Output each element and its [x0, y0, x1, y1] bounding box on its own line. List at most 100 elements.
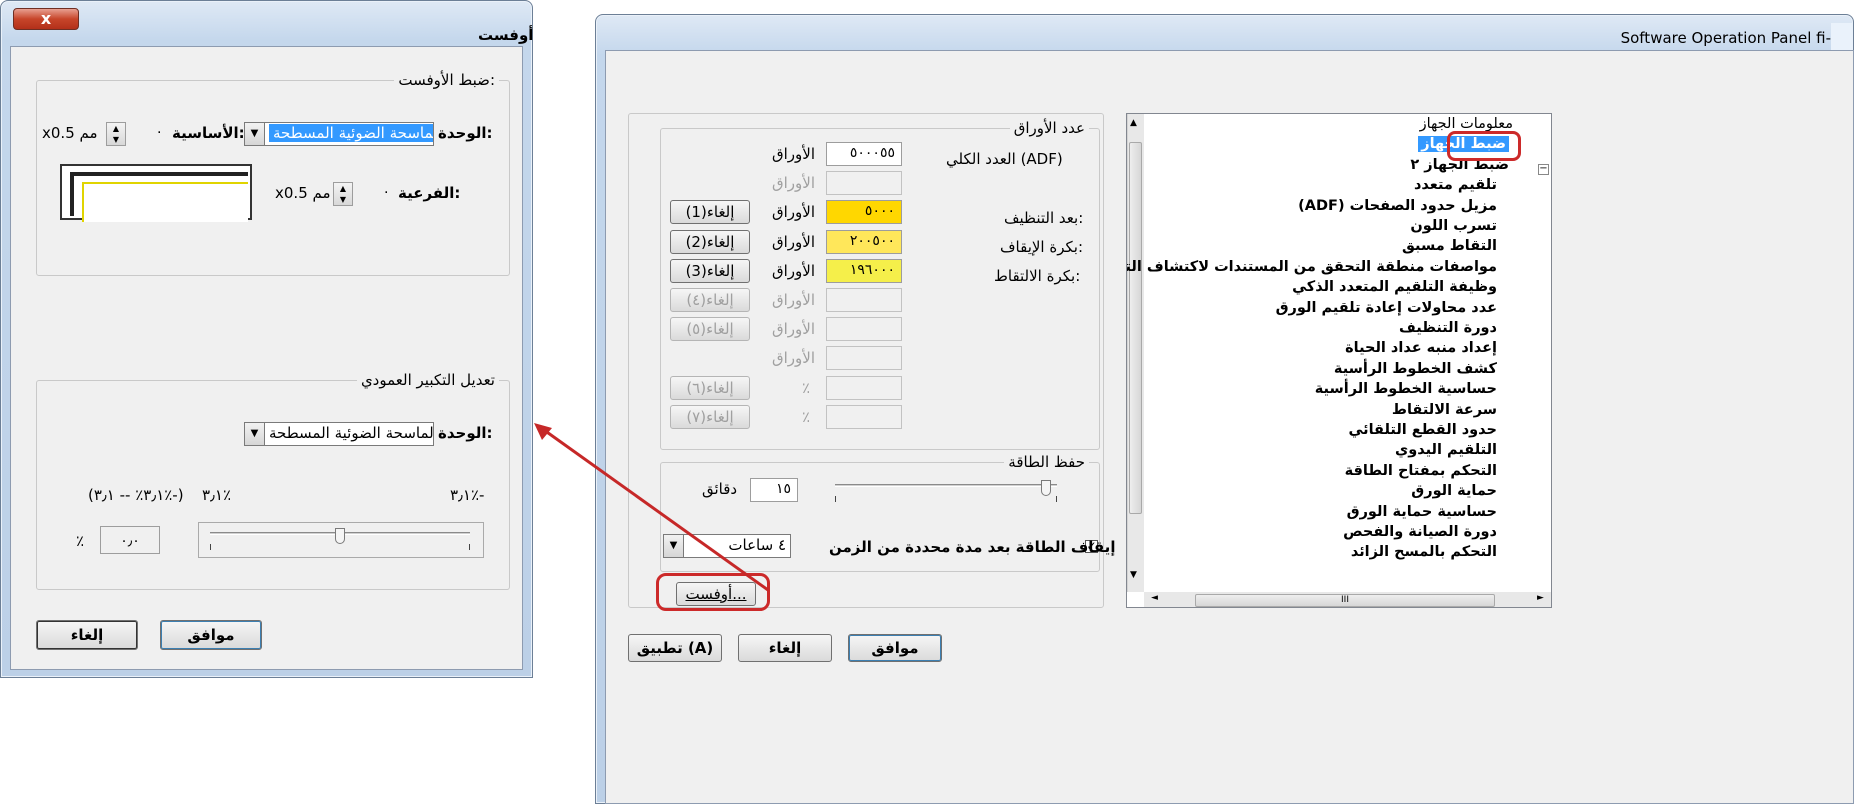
sub-scan-label: الفرعية:	[398, 184, 461, 202]
reset-counter-button[interactable]: إلغاء(3)	[670, 258, 750, 283]
vertical-unit-value: الماسحة الضوئية المسطحة	[269, 424, 434, 442]
sub-scan-suffix: x0.5 مم	[275, 184, 331, 202]
sheet-unit-label: الأوراق	[772, 232, 816, 251]
sheet-unit-label: الأوراق	[772, 349, 816, 368]
tree-items: معلومات الجهاز ضبط الجهاز ضبط الجهاز ٢ تلقي…	[1127, 114, 1513, 592]
tree-item[interactable]: معلومات الجهاز	[1420, 116, 1513, 132]
tree-item[interactable]: حساسية الخطوط الرأسية	[1315, 381, 1497, 397]
sheet-count-field	[826, 288, 902, 312]
sheet-count-field: ١٩٦٠٠٠	[826, 258, 902, 283]
reset-counter-button[interactable]: إلغاء(٤)	[670, 288, 750, 312]
after-clean-label: بعد التنظيف:	[1004, 209, 1084, 227]
tree-item[interactable]: مزيل حدود الصفحات (ADF)	[1298, 198, 1497, 214]
sheet-unit-label: الأوراق	[772, 320, 816, 339]
sheet-count-field: ٢٠٠٥٠٠	[826, 229, 902, 254]
tree-item[interactable]: دورة الصيانة والفحص	[1343, 524, 1497, 540]
offset-unit-dropdown[interactable]: ▼ الماسحة الضوئية المسطحة	[244, 122, 434, 146]
sheet-unit-label: الأوراق	[772, 261, 816, 280]
cancel-button[interactable]: إلغاء	[738, 634, 832, 662]
reset-counter-button[interactable]: إلغاء(1)	[670, 200, 750, 225]
settings-tree[interactable]: ▲ ▼ ◄ III ► معلومات الجهاز ضبط الجهاز ضبط …	[1126, 113, 1552, 608]
tree-item[interactable]: إعداد منبه عداد الحياة	[1345, 340, 1497, 356]
pick-roller-label: بكرة الالتقاط:	[994, 267, 1081, 285]
scroll-thumb-horizontal[interactable]: III	[1195, 594, 1495, 607]
vertical-value-field[interactable]: ٠٫٠	[100, 526, 160, 554]
tree-item[interactable]: التحكم بالمسح الزائد	[1351, 544, 1497, 560]
preview-paper	[82, 182, 248, 222]
window-title: Software Operation Panel fi-	[1620, 29, 1831, 47]
apply-button[interactable]: تطبيق (A)	[628, 634, 722, 662]
tree-item[interactable]: وظيفة التلقيم المتعدد الذكي	[1292, 279, 1497, 295]
dialog-ok-button[interactable]: موافق	[160, 620, 262, 650]
vertical-legend: تعديل التكبير العمودي	[356, 371, 499, 389]
vertical-max-text: ٣٫١٪	[202, 486, 232, 504]
sub-scan-spinner[interactable]: ▲ ▼	[333, 182, 353, 206]
offset-preview-image	[60, 164, 252, 222]
vertical-unit-label: الوحدة:	[438, 424, 493, 442]
power-slider-track[interactable]	[835, 484, 1057, 487]
reset-counter-button[interactable]: إلغاء(2)	[670, 229, 750, 254]
scroll-left-icon[interactable]: ◄	[1151, 593, 1158, 603]
tree-item[interactable]: حماية الورق	[1411, 483, 1497, 499]
sheet-unit-label: الأوراق	[772, 174, 816, 193]
sheet-count-field	[826, 404, 902, 429]
auto-off-label: إيقاف الطاقة بعد مدة محددة من الزمن	[829, 538, 1116, 556]
sheet-unit-label: ٪	[802, 407, 811, 426]
connector-arrow	[534, 423, 769, 592]
tree-item[interactable]: حدود القطع التلقائي	[1348, 422, 1497, 438]
tree-item[interactable]: كشف الخطوط الرأسية	[1334, 361, 1497, 377]
sheet-count-field	[826, 171, 902, 196]
tree-item[interactable]: عدد محاولات إعادة تلقيم الورق	[1276, 300, 1497, 316]
dialog-cancel-button[interactable]: إلغاء	[36, 620, 138, 650]
arrow-head-icon	[534, 423, 552, 440]
sub-scan-field[interactable]: ٠	[354, 182, 396, 206]
tree-selection-highlight	[1447, 131, 1521, 161]
sheet-unit-label: الأوراق	[772, 145, 816, 163]
main-scan-spinner[interactable]: ▲ ▼	[106, 122, 126, 146]
title-cover	[1831, 23, 1853, 53]
chevron-down-icon[interactable]: ▼	[245, 123, 265, 145]
slider-tick	[469, 544, 470, 550]
main-scan-field[interactable]: ٠	[127, 122, 169, 146]
sheet-unit-label: الأوراق	[772, 203, 816, 222]
sheet-unit-label: ٪	[802, 378, 811, 397]
power-slider-thumb[interactable]	[1040, 480, 1051, 496]
reset-counter-button[interactable]: إلغاء(٦)	[670, 375, 750, 400]
vertical-min-text: ٣٫١٪-	[450, 486, 485, 504]
close-button[interactable]: x	[13, 8, 79, 30]
tree-item[interactable]: سرعة الالتقاط	[1392, 402, 1497, 418]
main-scan-suffix: x0.5 مم	[42, 124, 98, 142]
vertical-slider-thumb[interactable]	[335, 528, 345, 544]
sheet-count-field: ٥٠٠٠	[826, 200, 902, 225]
sheet-count-field	[826, 375, 902, 400]
vertical-percent: ٪	[76, 532, 85, 550]
offset-unit-value: الماسحة الضوئية المسطحة	[269, 124, 433, 142]
main-scan-label: الأساسية:	[172, 124, 245, 142]
tree-item[interactable]: مواصفات منطقة التحقق من المستندات لاكتشا…	[1127, 259, 1497, 275]
offset-unit-label: الوحدة:	[438, 124, 493, 142]
power-legend: حفظ الطاقة	[1004, 453, 1089, 471]
chevron-down-icon[interactable]: ▼	[245, 423, 265, 445]
tree-item[interactable]: دورة التنظيف	[1399, 320, 1497, 336]
sheet-unit-label: الأوراق	[772, 291, 816, 309]
slider-tick	[210, 544, 211, 550]
tree-item[interactable]: التحكم بمفتاح الطاقة	[1345, 463, 1497, 479]
reset-counter-button[interactable]: إلغاء(٥)	[670, 317, 750, 342]
sheet-count-field	[826, 346, 902, 371]
tree-item[interactable]: التقاط مسبق	[1402, 238, 1497, 254]
tree-expand-icon[interactable]: −	[1538, 164, 1549, 175]
tree-item[interactable]: التلقيم اليدوي	[1395, 442, 1497, 458]
tree-item[interactable]: تلقيم متعدد	[1414, 177, 1497, 193]
offset-legend: ضبط الأوفست:	[394, 71, 499, 89]
scroll-right-icon[interactable]: ►	[1537, 593, 1544, 603]
sheets-legend: عدد الأوراق	[1009, 119, 1089, 137]
arrow-line	[543, 428, 769, 592]
tree-item[interactable]: حساسية حماية الورق	[1347, 504, 1497, 520]
ok-button[interactable]: موافق	[848, 634, 942, 662]
slider-tick	[1056, 496, 1057, 502]
tree-item[interactable]: تسرب اللون	[1410, 218, 1497, 234]
dialog-title: أوفست	[478, 26, 534, 44]
vertical-unit-dropdown[interactable]: ▼ الماسحة الضوئية المسطحة	[244, 422, 434, 446]
total-adf-label: العدد الكلي (ADF)	[946, 150, 1063, 168]
sheet-count-field: ٥٠٠٠٥٥	[826, 142, 902, 166]
